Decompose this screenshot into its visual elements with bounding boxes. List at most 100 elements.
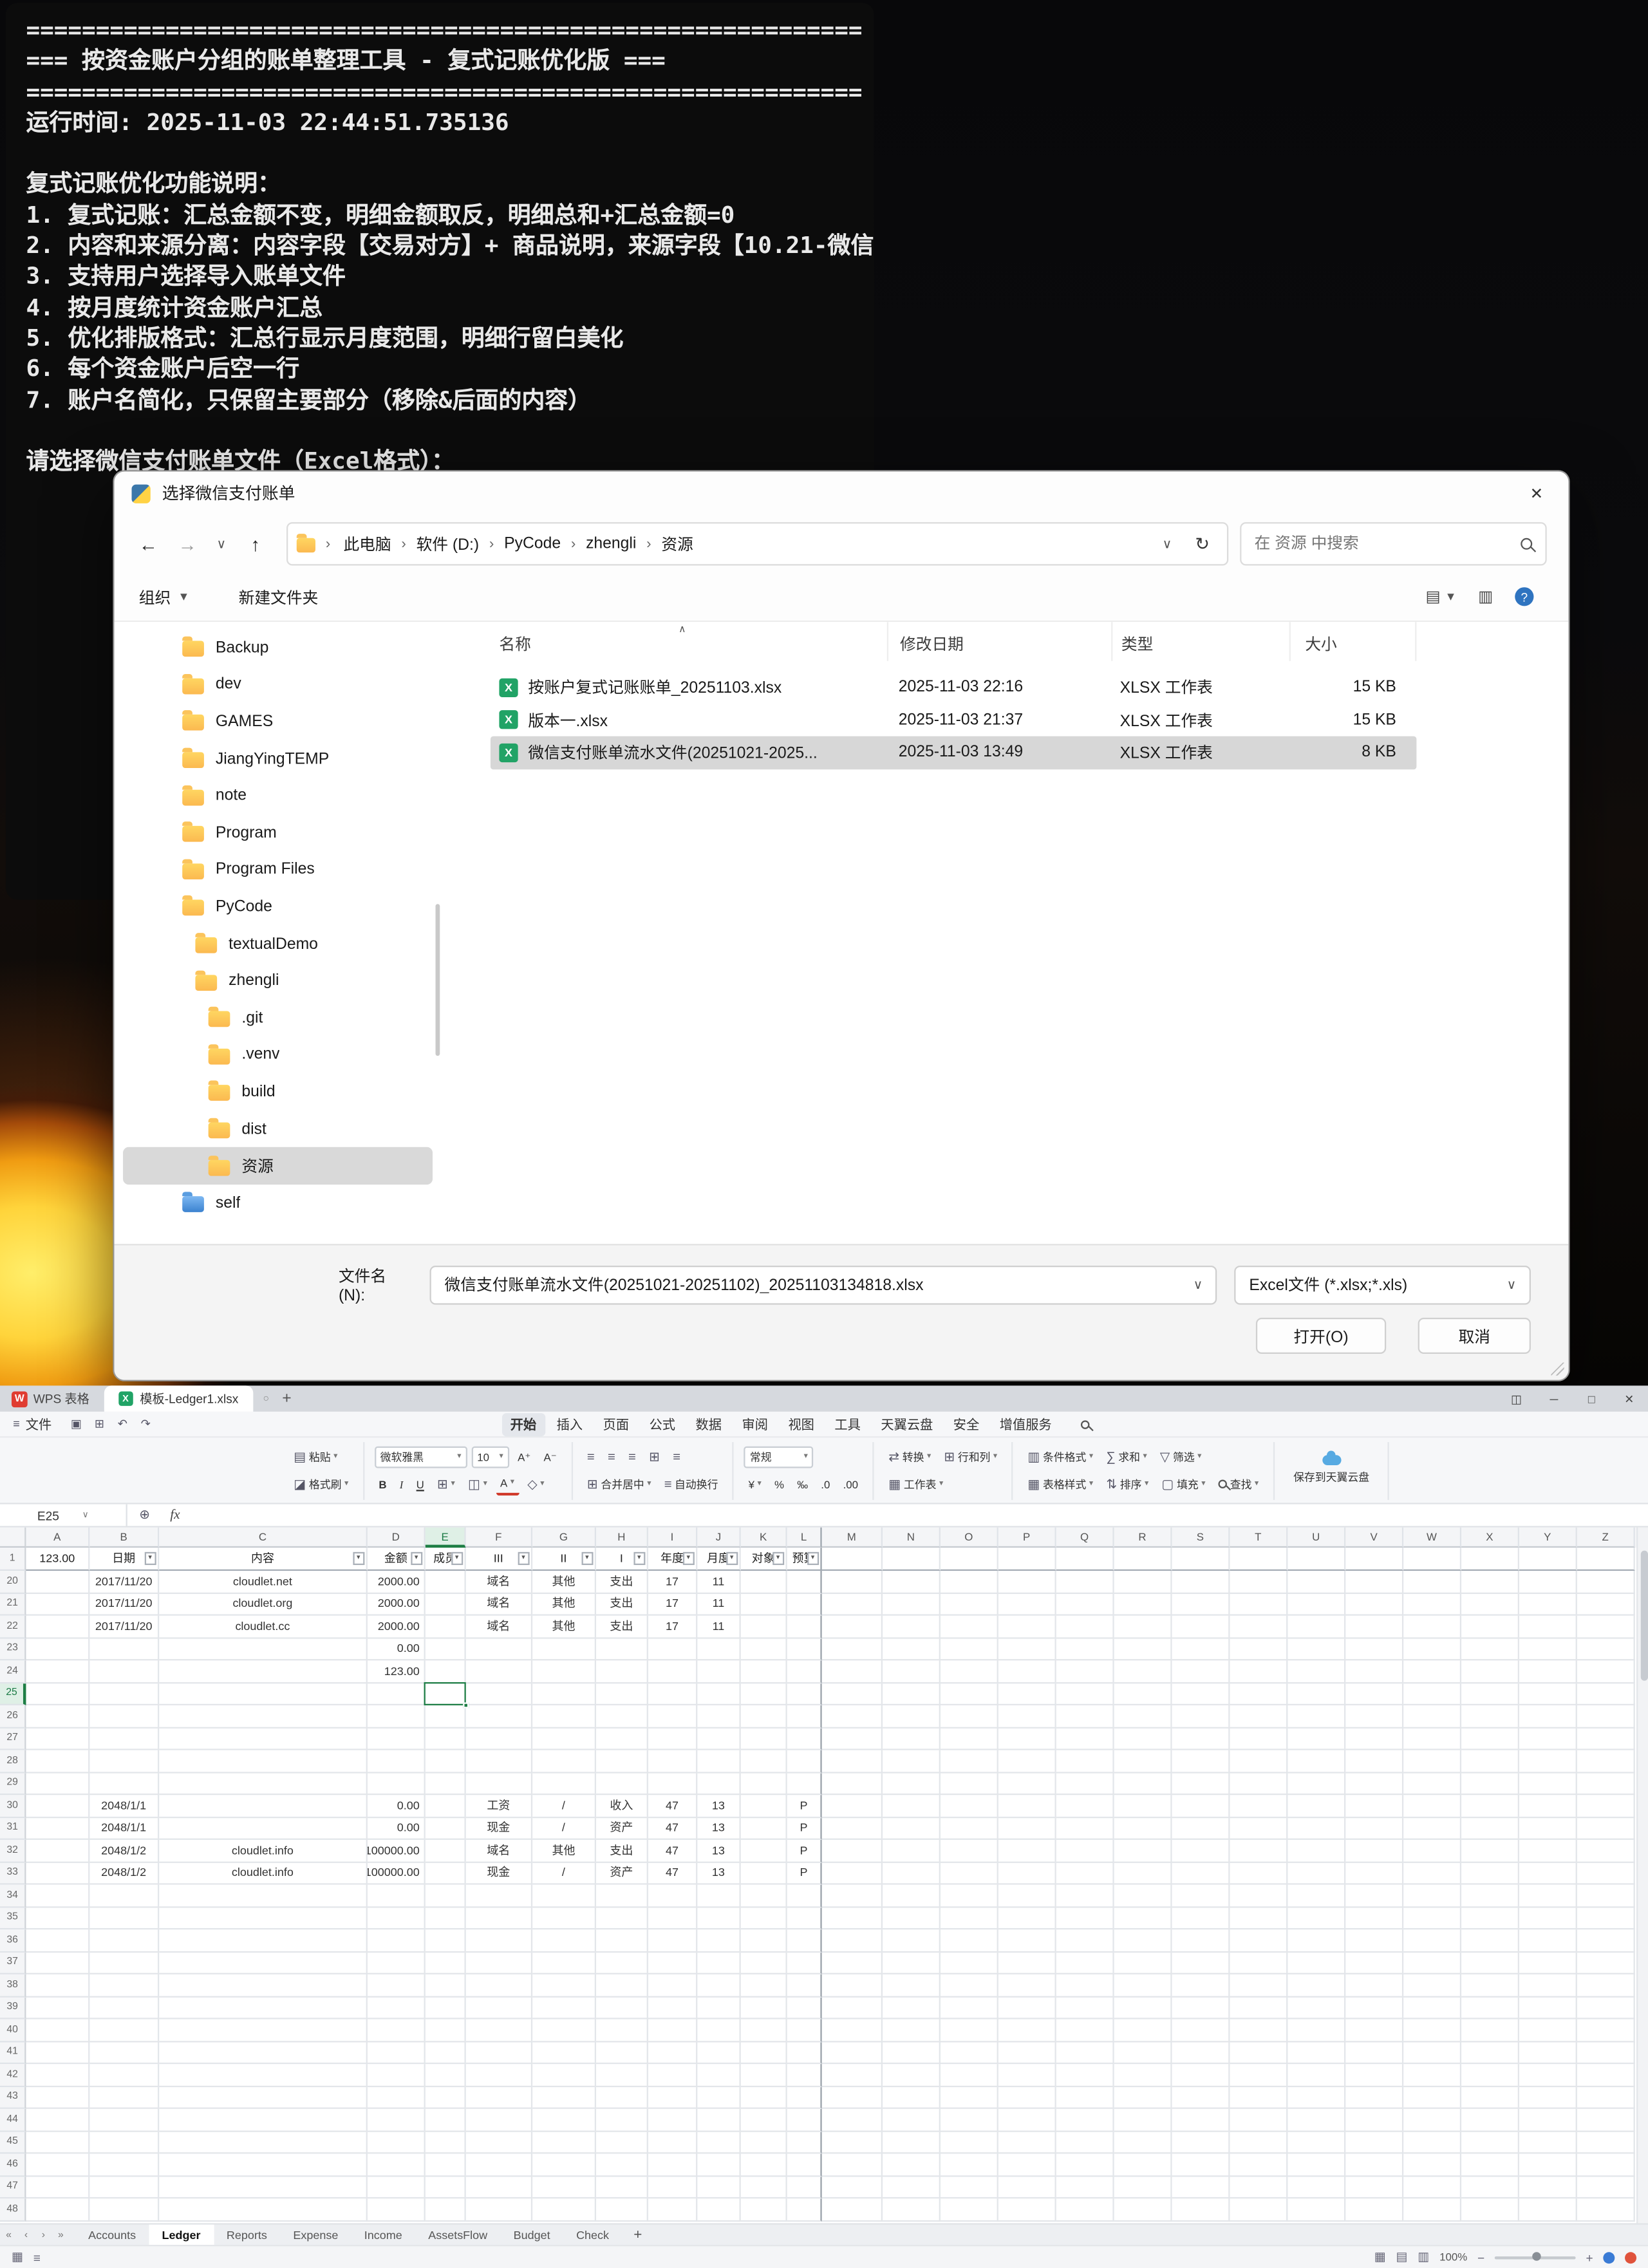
cell-B20[interactable]: 2017/11/20 <box>89 1571 159 1593</box>
cell-J45[interactable] <box>697 2132 740 2154</box>
cell-E33[interactable] <box>426 1862 466 1885</box>
row-header-33[interactable]: 33 <box>0 1862 26 1885</box>
column-header-T[interactable]: T <box>1230 1528 1288 1548</box>
ribbon-item[interactable]: ∑求和▾ <box>1102 1446 1152 1468</box>
cell-I38[interactable] <box>648 1974 697 1997</box>
cell-H43[interactable] <box>596 2086 648 2109</box>
cell-K20[interactable] <box>741 1571 787 1593</box>
cell-O21[interactable] <box>941 1593 998 1616</box>
filter-button[interactable]: ▾ <box>581 1552 593 1564</box>
cell-R25[interactable] <box>1114 1683 1172 1705</box>
cell-C41[interactable] <box>159 2041 368 2064</box>
fx-button[interactable]: fx <box>162 1508 188 1522</box>
preview-pane-button[interactable]: ▥ <box>1478 587 1493 606</box>
cell-S43[interactable] <box>1172 2086 1230 2109</box>
recent-locations-button[interactable]: ∨ <box>207 525 236 563</box>
cell-X42[interactable] <box>1461 2064 1519 2086</box>
cell-C35[interactable] <box>159 1907 368 1929</box>
cell-X29[interactable] <box>1461 1772 1519 1795</box>
cell-L35[interactable] <box>787 1907 822 1929</box>
sidebar-item-2[interactable]: GAMES <box>123 703 433 740</box>
cell-X47[interactable] <box>1461 2176 1519 2198</box>
cell-Q23[interactable] <box>1056 1638 1114 1661</box>
cell-O29[interactable] <box>941 1772 998 1795</box>
sidebar-item-12[interactable]: build <box>123 1073 433 1111</box>
cell-Y39[interactable] <box>1519 1997 1577 2020</box>
cell-K29[interactable] <box>741 1772 787 1795</box>
cell-A30[interactable] <box>26 1795 89 1817</box>
cell-P30[interactable] <box>998 1795 1056 1817</box>
cell-W44[interactable] <box>1403 2109 1461 2132</box>
cell-U32[interactable] <box>1288 1840 1345 1862</box>
cell-Q32[interactable] <box>1056 1840 1114 1862</box>
cell-G20[interactable]: 其他 <box>532 1571 596 1593</box>
cell-H28[interactable] <box>596 1750 648 1773</box>
column-header-W[interactable]: W <box>1403 1528 1461 1548</box>
cell-R42[interactable] <box>1114 2064 1172 2086</box>
cell-A40[interactable] <box>26 2020 89 2042</box>
cell-G25[interactable] <box>532 1683 596 1705</box>
cell-G46[interactable] <box>532 2153 596 2176</box>
cell-F29[interactable] <box>466 1772 532 1795</box>
cell-W43[interactable] <box>1403 2086 1461 2109</box>
cell-L43[interactable] <box>787 2086 822 2109</box>
cell-N31[interactable] <box>883 1817 941 1840</box>
cell-B43[interactable] <box>89 2086 159 2109</box>
cell-O42[interactable] <box>941 2064 998 2086</box>
cell-L47[interactable] <box>787 2176 822 2198</box>
first-sheet-button[interactable]: « <box>0 2229 17 2240</box>
cell-C34[interactable] <box>159 1885 368 1907</box>
cell-Z46[interactable] <box>1577 2153 1635 2176</box>
cell-H26[interactable] <box>596 1705 648 1728</box>
cell-Y25[interactable] <box>1519 1683 1577 1705</box>
cell-F33[interactable]: 现金 <box>466 1862 532 1885</box>
cell-W1[interactable] <box>1403 1548 1461 1571</box>
cell-V47[interactable] <box>1345 2176 1403 2198</box>
cell-Z41[interactable] <box>1577 2041 1635 2064</box>
cell-S24[interactable] <box>1172 1660 1230 1683</box>
maximize-button[interactable]: □ <box>1573 1385 1610 1411</box>
row-header-34[interactable]: 34 <box>0 1885 26 1907</box>
cell-Q38[interactable] <box>1056 1974 1114 1997</box>
cell-C39[interactable] <box>159 1997 368 2020</box>
cell-Q43[interactable] <box>1056 2086 1114 2109</box>
column-header-A[interactable]: A <box>26 1528 89 1548</box>
cell-V34[interactable] <box>1345 1885 1403 1907</box>
cell-P27[interactable] <box>998 1728 1056 1750</box>
cell-T32[interactable] <box>1230 1840 1288 1862</box>
cell-X37[interactable] <box>1461 1952 1519 1974</box>
cell-S46[interactable] <box>1172 2153 1230 2176</box>
cell-P38[interactable] <box>998 1974 1056 1997</box>
ribbon-item[interactable]: A⁺ <box>513 1446 535 1468</box>
cell-D48[interactable] <box>368 2198 426 2221</box>
cell-F31[interactable]: 现金 <box>466 1817 532 1840</box>
cell-G48[interactable] <box>532 2198 596 2221</box>
cell-Y47[interactable] <box>1519 2176 1577 2198</box>
cell-I30[interactable]: 47 <box>648 1795 697 1817</box>
cell-N28[interactable] <box>883 1750 941 1773</box>
cell-K47[interactable] <box>741 2176 787 2198</box>
cell-H30[interactable]: 收入 <box>596 1795 648 1817</box>
cell-W24[interactable] <box>1403 1660 1461 1683</box>
cell-K26[interactable] <box>741 1705 787 1728</box>
cell-L25[interactable] <box>787 1683 822 1705</box>
filter-button[interactable]: ▾ <box>772 1552 784 1564</box>
cell-Z42[interactable] <box>1577 2064 1635 2086</box>
cell-S23[interactable] <box>1172 1638 1230 1661</box>
ribbon-item[interactable]: ◇▾ <box>523 1473 549 1495</box>
cell-Z24[interactable] <box>1577 1660 1635 1683</box>
cell-W29[interactable] <box>1403 1772 1461 1795</box>
cell-G38[interactable] <box>532 1974 596 1997</box>
print-icon[interactable]: ⊞ <box>88 1418 111 1430</box>
cell-K42[interactable] <box>741 2064 787 2086</box>
cell-D25[interactable] <box>368 1683 426 1705</box>
cell-X36[interactable] <box>1461 1929 1519 1952</box>
select-all-button[interactable] <box>0 1528 26 1548</box>
cell-M24[interactable] <box>822 1660 883 1683</box>
cell-M35[interactable] <box>822 1907 883 1929</box>
cell-R37[interactable] <box>1114 1952 1172 1974</box>
cell-R1[interactable] <box>1114 1548 1172 1571</box>
cell-R38[interactable] <box>1114 1974 1172 1997</box>
ribbon-item[interactable]: ▽筛选▾ <box>1156 1446 1206 1468</box>
cell-J44[interactable] <box>697 2109 740 2132</box>
